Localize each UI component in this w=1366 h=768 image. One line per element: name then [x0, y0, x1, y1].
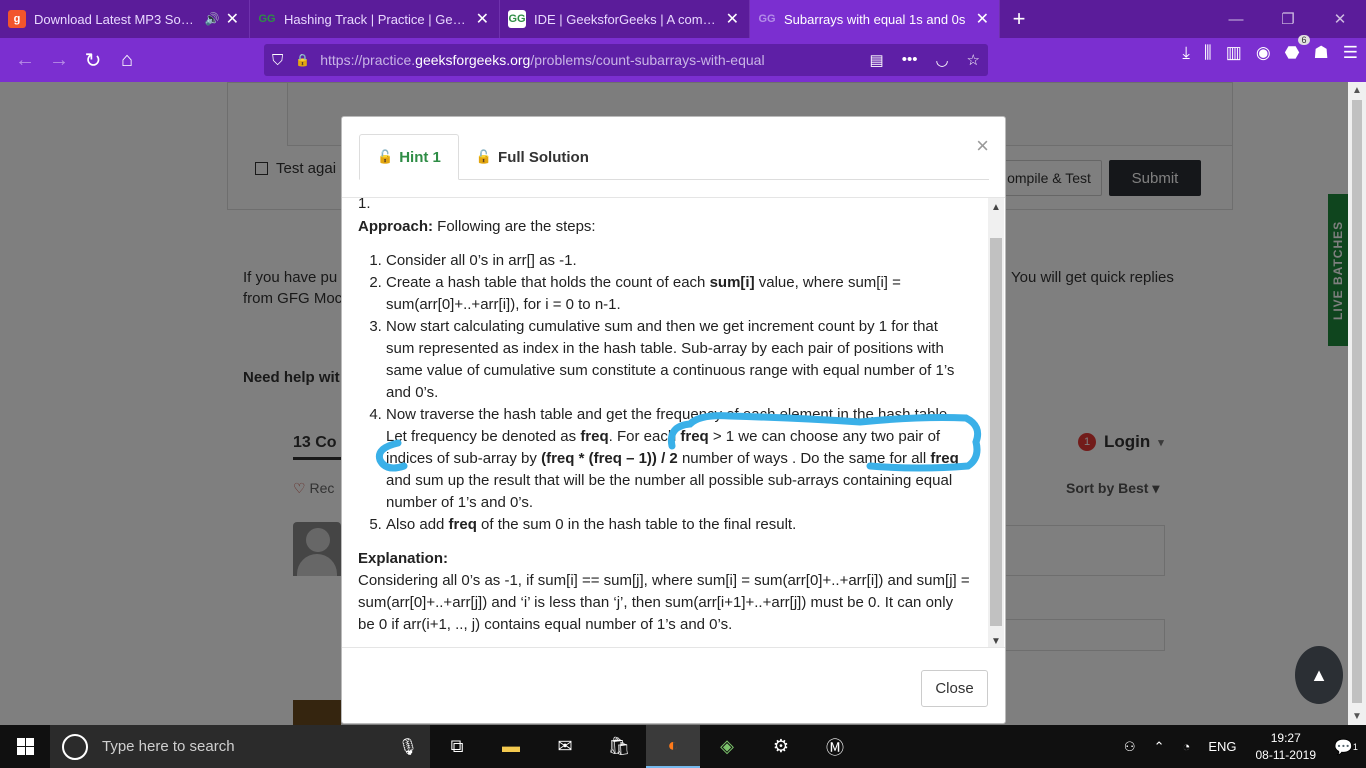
tab-title: Download Latest MP3 Songs: [34, 11, 201, 27]
start-button[interactable]: [0, 725, 50, 768]
browser-tab-mp3[interactable]: g Download Latest MP3 Songs 🔊 ✕: [0, 0, 250, 38]
close-tab-icon[interactable]: ✕: [726, 9, 739, 29]
scroll-to-top-button[interactable]: ▲: [1295, 646, 1343, 704]
browser-nav-bar: ← → ↻ ⌂ ⛉ 🔒 https://practice.geeksforgee…: [0, 35, 1366, 82]
hint-modal: × 🔓 Hint 1 🔓 Full Solution 1. Approach: Fo…: [341, 116, 1006, 724]
window-controls: — ❐ ✕: [1210, 0, 1366, 38]
library-icon[interactable]: ⫼: [1204, 43, 1212, 63]
approach-line: Approach: Following are the steps:: [358, 218, 596, 235]
maximize-icon[interactable]: ❐: [1262, 0, 1314, 38]
shield-icon[interactable]: ⛉: [272, 52, 283, 69]
leading-number: 1.: [358, 197, 371, 212]
chevron-up-icon[interactable]: ⌃: [1145, 739, 1174, 755]
scroll-up-icon[interactable]: ▲: [991, 202, 1001, 213]
new-tab-button[interactable]: +: [1000, 0, 1038, 38]
close-tab-icon[interactable]: ✕: [976, 9, 989, 29]
adblock-icon[interactable]: ⬣ 6: [1285, 35, 1310, 63]
speaker-icon[interactable]: 🔊: [205, 12, 220, 26]
forward-arrow-icon[interactable]: →: [42, 43, 76, 77]
scroll-up-icon[interactable]: ▲: [1352, 85, 1362, 96]
search-placeholder: Type here to search: [102, 738, 235, 755]
toolbar-right: ⤓ ⫼ ▥ ◉ ⬣ 6 ☗ ☰: [1182, 35, 1358, 63]
extension-icon[interactable]: ☗: [1314, 43, 1329, 63]
modal-tabs: 🔓 Hint 1 🔓 Full Solution: [359, 134, 989, 180]
gfg-icon: GG: [258, 13, 276, 25]
back-arrow-icon[interactable]: ←: [8, 43, 42, 77]
explanation-text: Considering all 0’s as -1, if sum[i] == …: [358, 572, 970, 633]
step-item: Now traverse the hash table and get the …: [386, 404, 970, 514]
sidebar-icon[interactable]: ▥: [1226, 43, 1242, 63]
more-actions-icon[interactable]: •••: [902, 51, 918, 69]
step-item: Consider all 0’s in arr[] as -1.: [386, 250, 970, 272]
browser-tab-hashing-track[interactable]: GG Hashing Track | Practice | GeeksforGe…: [250, 0, 500, 38]
wifi-icon[interactable]: ◔: [1173, 739, 1199, 754]
people-icon[interactable]: ⚇: [1115, 739, 1145, 755]
scrollbar-thumb[interactable]: [990, 238, 1002, 626]
hint-content: 1. Approach: Following are the steps: Co…: [358, 198, 970, 636]
lock-icon[interactable]: 🔒: [295, 53, 310, 67]
clock[interactable]: 19:27 08-11-2019: [1246, 730, 1327, 764]
explanation-heading: Explanation:: [358, 550, 449, 567]
music-site-icon: g: [8, 10, 26, 28]
windows-taskbar: Type here to search 🎙 ⧉ ▬ ✉ 🛍 ◐ ◈ ⚙ Ⓜ ⚇ …: [0, 725, 1366, 768]
system-tray: ⚇ ⌃ ◔ ENG 19:27 08-11-2019 💬 1: [1115, 725, 1366, 768]
windows-logo-icon: [16, 738, 34, 755]
unlock-icon: 🔓: [475, 149, 493, 164]
account-icon[interactable]: ◉: [1256, 43, 1271, 63]
close-tab-icon[interactable]: ✕: [226, 9, 239, 29]
scroll-down-icon[interactable]: ▼: [991, 636, 1001, 647]
browser-tab-ide[interactable]: GG IDE | GeeksforGeeks | A computer scie…: [500, 0, 750, 38]
modal-scrollbar[interactable]: ▲ ▼: [988, 198, 1004, 647]
close-button[interactable]: Close: [921, 670, 988, 707]
scroll-down-icon[interactable]: ▼: [1352, 711, 1362, 722]
reload-icon[interactable]: ↻: [76, 43, 110, 77]
taskbar-search[interactable]: Type here to search 🎙: [50, 725, 430, 768]
browser-tab-bar: g Download Latest MP3 Songs 🔊 ✕ GG Hashi…: [0, 0, 1366, 38]
minimize-icon[interactable]: —: [1210, 0, 1262, 38]
tab-title: Subarrays with equal 1s and 0s: [784, 11, 966, 27]
reader-view-icon[interactable]: ▤: [870, 51, 884, 69]
microphone-icon[interactable]: 🎙: [398, 737, 418, 757]
steps-list: Consider all 0’s in arr[] as -1.Create a…: [386, 250, 970, 536]
home-icon[interactable]: ⌂: [110, 43, 144, 77]
address-bar[interactable]: ⛉ 🔒 https://practice.geeksforgeeks.org/p…: [264, 44, 988, 76]
url-text[interactable]: https://practice.geeksforgeeks.org/probl…: [320, 52, 857, 68]
modal-body[interactable]: 1. Approach: Following are the steps: Co…: [342, 197, 1005, 648]
scrollbar-thumb[interactable]: [1352, 100, 1362, 703]
browser-tab-subarrays[interactable]: GG Subarrays with equal 1s and 0s ✕: [750, 0, 1000, 38]
step-item: Now start calculating cumulative sum and…: [386, 316, 970, 404]
close-tab-icon[interactable]: ✕: [476, 9, 489, 29]
pocket-icon[interactable]: ◡: [935, 51, 948, 69]
tab-title: IDE | GeeksforGeeks | A computer science…: [534, 11, 720, 27]
tab-title: Hashing Track | Practice | GeeksforGeeks: [284, 11, 470, 27]
file-explorer-icon[interactable]: ▬: [484, 725, 538, 768]
notifications-icon[interactable]: 💬 1: [1326, 725, 1366, 768]
mail-icon[interactable]: ✉: [538, 725, 592, 768]
page-scrollbar[interactable]: ▲ ▼: [1348, 82, 1366, 725]
gfg-icon: GG: [758, 13, 776, 25]
download-icon[interactable]: ⤓: [1182, 43, 1190, 63]
settings-gear-icon[interactable]: ⚙: [754, 725, 808, 768]
menu-icon[interactable]: ☰: [1343, 43, 1358, 63]
unlock-icon: 🔓: [377, 149, 394, 164]
task-view-icon[interactable]: ⧉: [430, 725, 484, 768]
tab-full-solution[interactable]: 🔓 Full Solution: [459, 134, 606, 180]
cortana-icon[interactable]: [62, 733, 88, 760]
addon-badge: 6: [1298, 35, 1310, 45]
bookmark-star-icon[interactable]: ☆: [967, 51, 980, 69]
step-item: Also add freq of the sum 0 in the hash t…: [386, 514, 970, 536]
store-icon[interactable]: 🛍: [592, 725, 646, 768]
step-item: Create a hash table that holds the count…: [386, 272, 970, 316]
firefox-icon[interactable]: ◐: [646, 725, 700, 768]
gfg-ide-icon: GG: [508, 10, 526, 28]
close-window-icon[interactable]: ✕: [1314, 0, 1366, 38]
app-m-icon[interactable]: Ⓜ: [808, 725, 862, 768]
android-studio-icon[interactable]: ◈: [700, 725, 754, 768]
tab-hint-1[interactable]: 🔓 Hint 1: [359, 134, 459, 180]
language-indicator[interactable]: ENG: [1199, 739, 1245, 754]
